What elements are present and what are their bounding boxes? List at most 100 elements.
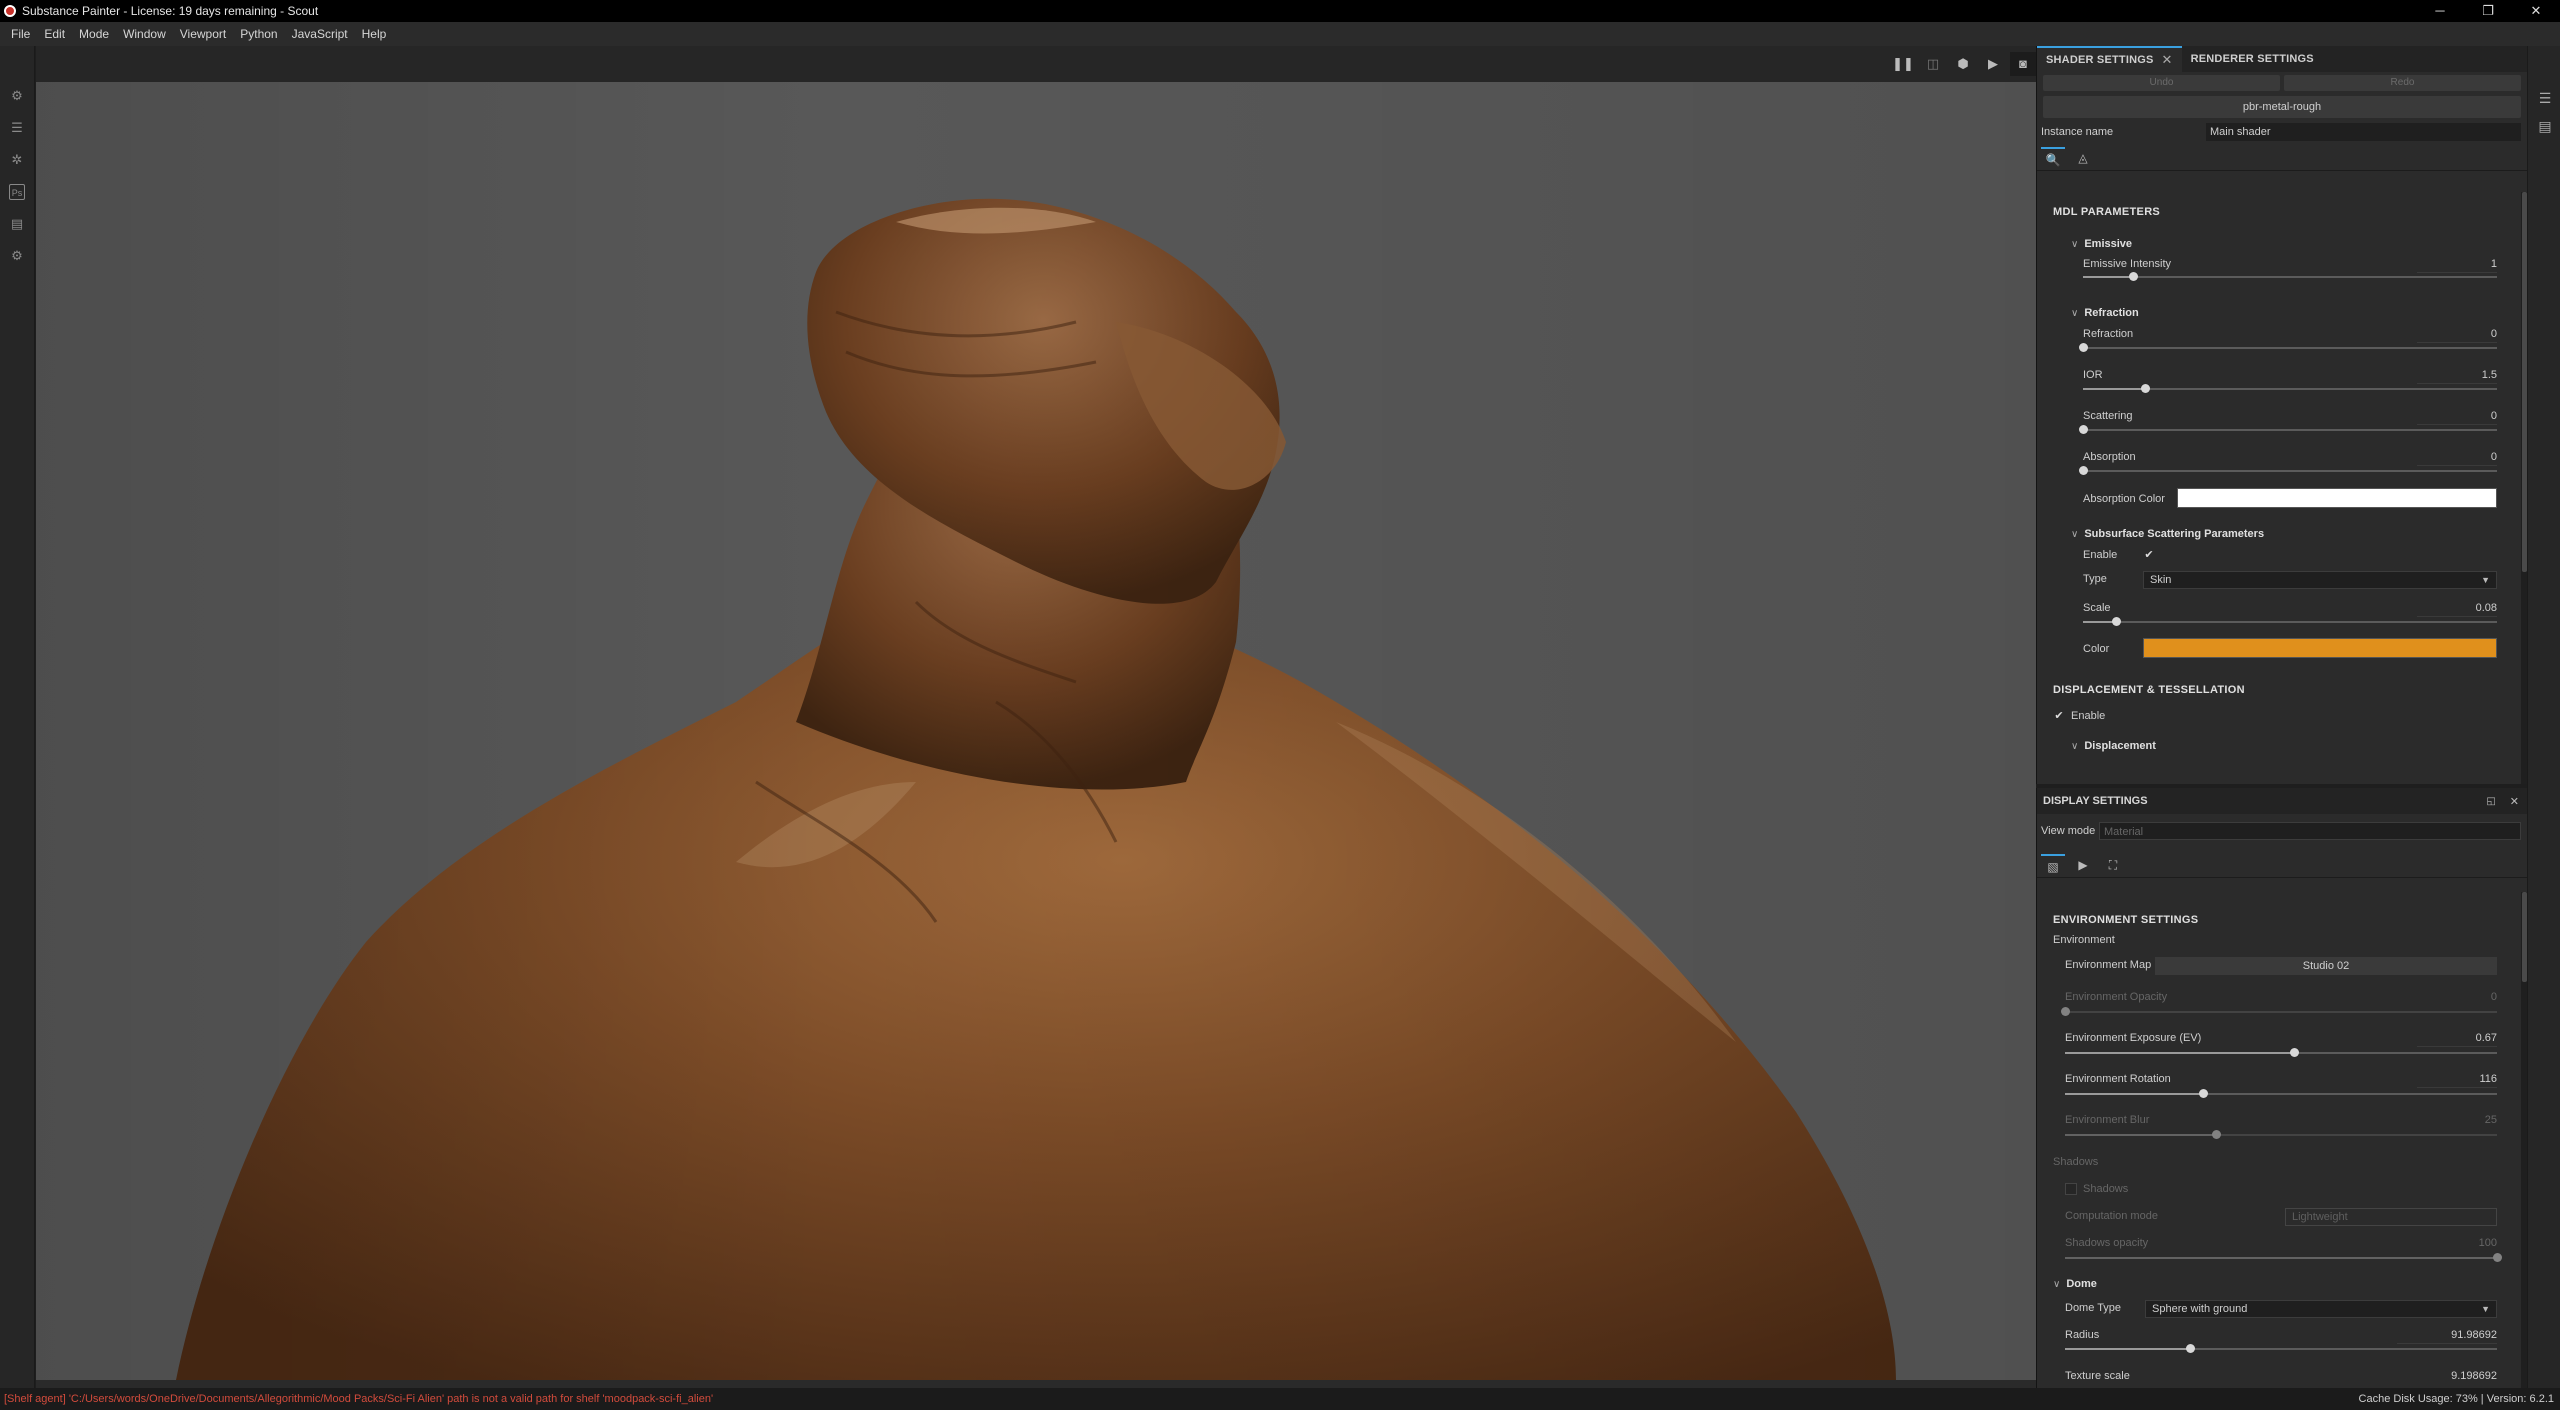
sss-group-toggle[interactable]: ∨ Subsurface Scattering Parameters (2071, 528, 2264, 540)
slider-handle[interactable] (2493, 1253, 2502, 1262)
minimize-button[interactable]: ─ (2416, 0, 2464, 22)
slider-handle[interactable] (2212, 1130, 2222, 1139)
restore-button[interactable]: ❐ (2464, 0, 2512, 22)
environment-rotation-value[interactable]: 116 (2417, 1073, 2497, 1085)
camera-icon[interactable]: ▶ (1980, 52, 2006, 76)
scattering-value[interactable]: 0 (2417, 410, 2497, 422)
menu-mode[interactable]: Mode (72, 27, 116, 41)
displacement-enable-checkbox[interactable]: ✔ (2053, 710, 2065, 722)
menu-file[interactable]: File (4, 27, 37, 41)
slider-handle[interactable] (2079, 466, 2088, 475)
layers-panel-icon[interactable]: ☰ (2537, 90, 2553, 106)
shadows-checkbox (2065, 1183, 2077, 1195)
sss-type-select[interactable]: Skin ▼ (2143, 571, 2497, 589)
refraction-group-toggle[interactable]: ∨ Refraction (2071, 307, 2139, 319)
emissive-group-toggle[interactable]: ∨ Emissive (2071, 238, 2132, 250)
environment-exposure-slider[interactable] (2065, 1048, 2497, 1057)
slider-fill (2065, 1093, 2204, 1095)
slider-handle[interactable] (2128, 272, 2138, 281)
ior-slider[interactable] (2083, 384, 2497, 393)
close-window-button[interactable]: ✕ (2512, 0, 2560, 22)
sss-enable-checkbox[interactable]: ✔ (2143, 549, 2155, 561)
environment-exposure-value[interactable]: 0.67 (2417, 1032, 2497, 1044)
scattering-label: Scattering (2083, 410, 2133, 422)
search-parameters-icon[interactable]: 🔍 (2041, 147, 2065, 169)
gear-icon[interactable]: ⚙ (9, 248, 25, 264)
refraction-value[interactable]: 0 (2417, 328, 2497, 340)
texture-scale-value[interactable]: 9.198692 (2397, 1370, 2497, 1382)
layers-stack-icon[interactable]: ☰ (9, 120, 25, 136)
menu-viewport[interactable]: Viewport (173, 27, 233, 41)
properties-panel-icon[interactable]: ▤ (2537, 118, 2553, 134)
refraction-slider[interactable] (2079, 343, 2497, 352)
right-dock-strip: ☰ ▤ (2527, 46, 2560, 1388)
slider-handle[interactable] (2289, 1048, 2299, 1057)
app-logo-icon (4, 5, 16, 17)
tab-renderer-settings[interactable]: RENDERER SETTINGS (2182, 46, 2323, 72)
view-mode-label: View mode (2041, 825, 2096, 837)
displacement-group-toggle[interactable]: ∨ Displacement (2071, 740, 2156, 752)
slider-handle[interactable] (2141, 384, 2151, 393)
screenshot-icon[interactable]: ◙ (2010, 52, 2036, 76)
sss-group-label: Subsurface Scattering Parameters (2084, 528, 2265, 540)
slider-handle[interactable] (2112, 617, 2122, 626)
slider-handle[interactable] (2079, 343, 2088, 352)
instance-name-label: Instance name (2041, 126, 2114, 138)
menu-edit[interactable]: Edit (37, 27, 72, 41)
3d-viewport[interactable] (36, 82, 2036, 1380)
radius-slider[interactable] (2065, 1344, 2497, 1353)
texture-scale-label: Texture scale (2065, 1370, 2130, 1382)
tab-shader-settings[interactable]: SHADER SETTINGS ✕ (2037, 46, 2182, 72)
cube-icon[interactable]: ⬢ (1950, 52, 1976, 76)
left-toolbar: ⚙ ☰ ✲ Ps ▤ ⚙ (0, 46, 35, 1388)
split-view-icon[interactable]: ◫ (1920, 52, 1946, 76)
menu-python[interactable]: Python (233, 27, 284, 41)
instance-name-input[interactable]: Main shader (2206, 123, 2521, 141)
pause-icon[interactable]: ❚❚ (1890, 52, 1916, 76)
absorption-value[interactable]: 0 (2417, 451, 2497, 463)
ps-icon[interactable]: Ps (9, 184, 25, 200)
environment-tab-icon[interactable]: ▧ (2041, 854, 2065, 876)
slider-handle[interactable] (2079, 425, 2088, 434)
close-panel-icon[interactable]: ✕ (2510, 795, 2519, 808)
settings-icon[interactable]: ⚙ (9, 88, 25, 104)
gear-small-icon[interactable]: ✲ (9, 152, 25, 168)
absorption-color-swatch[interactable] (2177, 488, 2497, 508)
environment-opacity-value: 0 (2490, 991, 2497, 1003)
slider-handle[interactable] (2199, 1089, 2209, 1098)
emissive-intensity-value[interactable]: 1 (2417, 258, 2497, 270)
slider-handle[interactable] (2061, 1007, 2070, 1016)
scattering-slider[interactable] (2079, 425, 2497, 434)
document-icon[interactable]: ▤ (9, 216, 25, 232)
redo-button[interactable]: Redo (2284, 75, 2521, 91)
float-panel-icon[interactable]: ◱ (2486, 796, 2495, 807)
radius-value[interactable]: 91.98692 (2397, 1329, 2497, 1341)
view-mode-select[interactable]: Material (2099, 822, 2521, 840)
environment-blur-label: Environment Blur (2065, 1114, 2150, 1126)
environment-rotation-slider[interactable] (2065, 1089, 2497, 1098)
slider-handle[interactable] (2186, 1344, 2196, 1353)
camera-settings-tab-icon[interactable]: ▶ (2071, 854, 2095, 876)
sss-scale-value[interactable]: 0.08 (2417, 602, 2497, 614)
menu-window[interactable]: Window (116, 27, 173, 41)
chevron-down-icon: ▼ (2481, 1304, 2490, 1314)
tab-shader-settings-label: SHADER SETTINGS (2046, 54, 2154, 66)
menu-help[interactable]: Help (355, 27, 394, 41)
sss-scale-slider[interactable] (2083, 617, 2497, 626)
undo-button[interactable]: Undo (2043, 75, 2280, 91)
emissive-intensity-slider[interactable] (2083, 272, 2497, 281)
close-tab-icon[interactable]: ✕ (2162, 52, 2173, 68)
shader-blend-icon[interactable]: ◬ (2071, 147, 2095, 169)
chevron-down-icon: ∨ (2071, 741, 2079, 752)
viewer-settings-tab-icon[interactable]: ⛶ (2101, 854, 2125, 876)
environment-map-label: Environment Map (2065, 959, 2152, 971)
window-controls: ─ ❐ ✕ (2416, 0, 2560, 22)
dome-group-toggle[interactable]: ∨ Dome (2053, 1278, 2097, 1290)
dome-type-select[interactable]: Sphere with ground ▼ (2145, 1300, 2497, 1318)
sss-color-swatch[interactable] (2143, 638, 2497, 658)
ior-value[interactable]: 1.5 (2417, 369, 2497, 381)
absorption-slider[interactable] (2079, 466, 2497, 475)
shader-selector-button[interactable]: pbr-metal-rough (2043, 96, 2521, 118)
environment-map-select[interactable]: Studio 02 (2155, 957, 2497, 975)
menu-javascript[interactable]: JavaScript (285, 27, 355, 41)
